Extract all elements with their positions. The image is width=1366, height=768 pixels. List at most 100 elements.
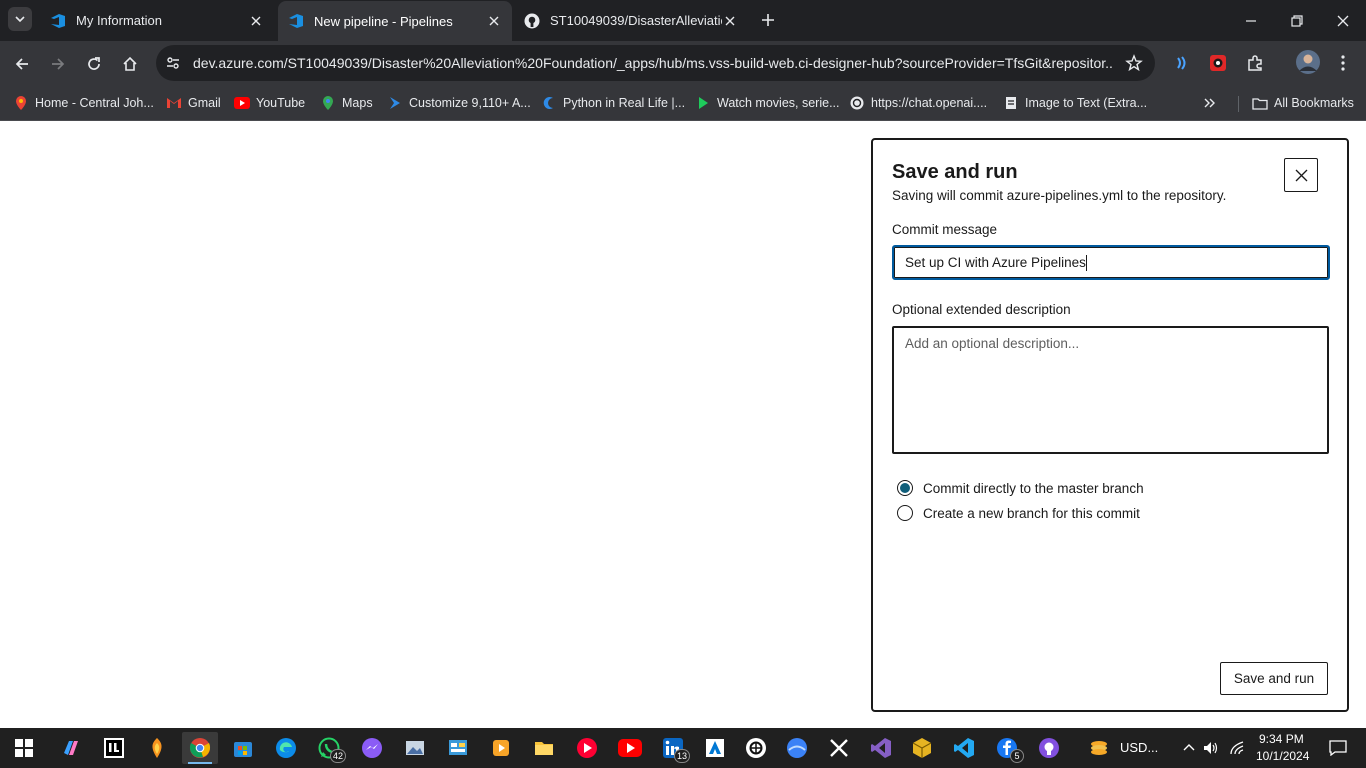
- openai-icon: [849, 95, 865, 111]
- github-desktop-icon[interactable]: [1031, 732, 1067, 764]
- crescent-icon: [541, 95, 557, 111]
- x-icon[interactable]: [821, 732, 857, 764]
- maps-icon: [320, 95, 336, 111]
- new-tab-button[interactable]: [757, 9, 779, 31]
- microsoft-store-icon[interactable]: [225, 732, 261, 764]
- url-text[interactable]: dev.azure.com/ST10049039/Disaster%20Alle…: [193, 55, 1113, 71]
- home-button[interactable]: [116, 50, 144, 78]
- linkedin-icon[interactable]: 13: [655, 732, 691, 764]
- description-textarea[interactable]: Add an optional description...: [892, 326, 1329, 454]
- chrome-icon[interactable]: [182, 732, 218, 764]
- close-icon[interactable]: [248, 13, 264, 29]
- window-close-button[interactable]: [1320, 0, 1366, 41]
- more-vertical-icon: [1341, 55, 1345, 71]
- bookmark-image-to-text[interactable]: Image to Text (Extra...: [1003, 92, 1147, 114]
- extensions-puzzle-icon[interactable]: [1244, 52, 1266, 74]
- back-button[interactable]: [8, 50, 36, 78]
- close-icon[interactable]: [486, 13, 502, 29]
- bookmark-customize[interactable]: Customize 9,110+ A...: [387, 92, 531, 114]
- radio-new-branch[interactable]: Create a new branch for this commit: [897, 505, 1140, 521]
- tab-new-pipeline[interactable]: New pipeline - Pipelines: [278, 1, 512, 41]
- forward-button[interactable]: [44, 50, 72, 78]
- reload-button[interactable]: [80, 50, 108, 78]
- address-bar[interactable]: dev.azure.com/ST10049039/Disaster%20Alle…: [156, 45, 1155, 81]
- control-panel-icon[interactable]: [440, 732, 476, 764]
- commit-message-input[interactable]: Set up CI with Azure Pipelines: [892, 245, 1330, 280]
- notifications-button[interactable]: [1320, 732, 1356, 764]
- all-bookmarks-button[interactable]: All Bookmarks: [1252, 92, 1354, 114]
- media-app-red-icon[interactable]: [569, 732, 605, 764]
- commit-message-value: Set up CI with Azure Pipelines: [905, 255, 1086, 270]
- bookmark-gmail[interactable]: Gmail: [166, 92, 221, 114]
- bookmark-youtube[interactable]: YouTube: [234, 92, 305, 114]
- currency-widget[interactable]: USD...: [1120, 740, 1158, 755]
- tab-search-button[interactable]: [8, 7, 32, 31]
- whatsapp-badge: 42: [329, 749, 346, 763]
- clock-time[interactable]: 9:34 PM: [1259, 732, 1304, 746]
- bookmark-star-icon[interactable]: [1125, 54, 1143, 72]
- save-and-run-dialog: Save and run Saving will commit azure-pi…: [871, 138, 1349, 712]
- bookmarks-bar: Home - Central Joh... Gmail YouTube Maps…: [0, 86, 1366, 121]
- tab-title: My Information: [76, 13, 162, 28]
- extension-red-icon[interactable]: [1207, 52, 1229, 74]
- weather-stocks-icon[interactable]: [1081, 732, 1117, 764]
- copilot-icon[interactable]: [53, 732, 89, 764]
- close-icon[interactable]: [722, 13, 738, 29]
- home-icon: [123, 56, 137, 71]
- bookmark-central[interactable]: Home - Central Joh...: [13, 92, 154, 114]
- chatgpt-app-icon[interactable]: [738, 732, 774, 764]
- azure-data-studio-icon[interactable]: [697, 732, 733, 764]
- minimize-button[interactable]: [1228, 0, 1274, 41]
- package-app-icon[interactable]: [904, 732, 940, 764]
- globe-app-icon[interactable]: [779, 732, 815, 764]
- reload-icon: [88, 57, 100, 70]
- arrow-right-icon: [52, 58, 65, 70]
- vscode-icon[interactable]: [946, 732, 982, 764]
- facebook-badge: 5: [1010, 749, 1024, 763]
- browser-tab-strip: My Information New pipeline - Pipelines …: [0, 0, 1366, 41]
- site-info-icon[interactable]: [164, 54, 182, 72]
- extension-wave-icon[interactable]: [1171, 52, 1193, 74]
- edge-icon[interactable]: [268, 732, 304, 764]
- media-player-icon[interactable]: [483, 732, 519, 764]
- volume-icon[interactable]: [1201, 732, 1221, 764]
- show-hidden-icons-button[interactable]: [1179, 732, 1199, 764]
- save-and-run-button[interactable]: Save and run: [1220, 662, 1328, 695]
- radio-commit-master[interactable]: Commit directly to the master branch: [897, 480, 1144, 496]
- youtube-app-icon[interactable]: [612, 732, 648, 764]
- photos-icon[interactable]: [397, 732, 433, 764]
- browser-menu-button[interactable]: [1332, 52, 1354, 74]
- azure-devops-icon: [288, 13, 304, 29]
- profile-avatar[interactable]: [1296, 50, 1320, 74]
- tab-github-repo[interactable]: ST10049039/DisasterAlleviation: [514, 0, 748, 41]
- close-icon: [1295, 169, 1307, 181]
- whatsapp-icon[interactable]: 42: [311, 732, 347, 764]
- linkedin-badge: 13: [673, 749, 690, 763]
- play-icon: [695, 95, 711, 111]
- dialog-title: Save and run: [892, 161, 1018, 183]
- more-bookmarks-button[interactable]: [1204, 92, 1216, 114]
- clock-date[interactable]: 10/1/2024: [1256, 749, 1309, 763]
- minimize-icon: [1246, 19, 1256, 22]
- text-cursor: [1085, 254, 1087, 271]
- bookmark-maps[interactable]: Maps: [320, 92, 373, 114]
- bookmark-python[interactable]: Python in Real Life |...: [541, 92, 685, 114]
- dialog-subtitle: Saving will commit azure-pipelines.yml t…: [892, 188, 1227, 203]
- messenger-icon[interactable]: [354, 732, 390, 764]
- bookmark-chatgpt[interactable]: https://chat.openai....: [849, 92, 987, 114]
- radio-button[interactable]: [897, 505, 913, 521]
- fl-studio-icon[interactable]: [139, 732, 175, 764]
- restore-button[interactable]: [1274, 0, 1320, 41]
- bookmark-movies[interactable]: Watch movies, serie...: [695, 92, 840, 114]
- dialog-close-button[interactable]: [1284, 158, 1318, 192]
- tab-my-information[interactable]: My Information: [40, 0, 274, 41]
- intellij-icon[interactable]: [96, 732, 132, 764]
- chat-bubble-icon: [1329, 740, 1347, 756]
- arrow-logo-icon: [387, 95, 403, 111]
- file-explorer-icon[interactable]: [526, 732, 562, 764]
- network-icon[interactable]: [1227, 732, 1247, 764]
- radio-button-checked[interactable]: [897, 480, 913, 496]
- start-button[interactable]: [6, 732, 42, 764]
- facebook-icon[interactable]: 5: [989, 732, 1025, 764]
- visual-studio-icon[interactable]: [863, 732, 899, 764]
